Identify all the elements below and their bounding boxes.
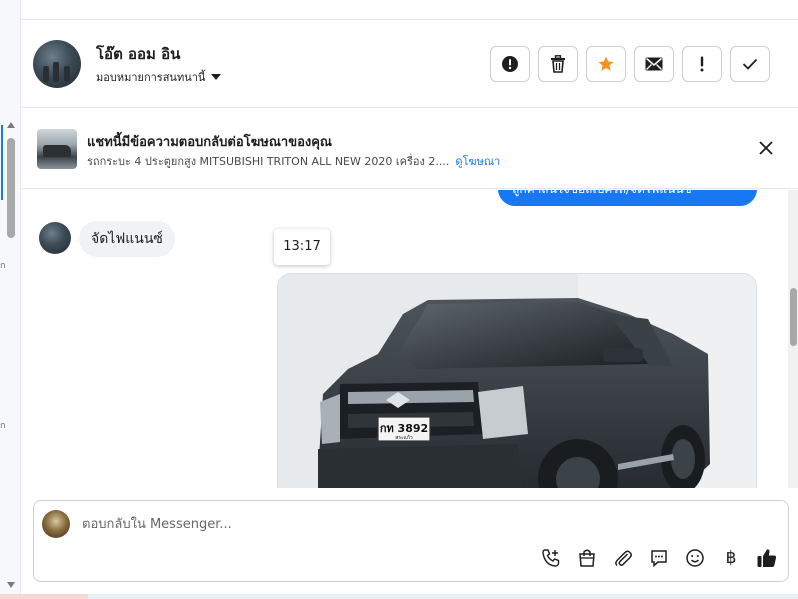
paperclip-icon bbox=[615, 550, 632, 567]
star-icon bbox=[598, 56, 614, 71]
bottom-accent-strip bbox=[0, 594, 88, 599]
chat-header: โอ๊ต ออม อิน มอบหมายการสนทนานี้ bbox=[22, 20, 798, 108]
contact-avatar[interactable] bbox=[33, 40, 81, 88]
saved-reply-icon bbox=[651, 550, 667, 568]
assign-label: มอบหมายการสนทนานี้ bbox=[96, 71, 206, 84]
shop-button[interactable] bbox=[576, 547, 598, 569]
ad-description: รถกระบะ 4 ประตูยกสูง MITSUBISHI TRITON A… bbox=[87, 155, 450, 168]
ad-thumbnail[interactable] bbox=[37, 129, 77, 169]
view-ad-link[interactable]: ดูโฆษณา bbox=[455, 155, 500, 168]
pickup-truck-image: กท 3892 สระแก้ว bbox=[278, 274, 756, 488]
like-button[interactable] bbox=[756, 547, 778, 569]
saved-reply-button[interactable] bbox=[648, 547, 670, 569]
close-icon bbox=[759, 141, 773, 155]
close-banner-button[interactable] bbox=[757, 139, 775, 157]
thumbs-up-icon bbox=[757, 549, 777, 567]
report-button[interactable] bbox=[490, 46, 530, 82]
emoji-button[interactable] bbox=[684, 547, 706, 569]
license-plate-province: สระแก้ว bbox=[395, 434, 413, 441]
composer-tools: ฿ bbox=[540, 547, 778, 569]
left-active-indicator bbox=[1, 125, 3, 200]
ad-banner-subtitle: รถกระบะ 4 ประตูยกสูง MITSUBISHI TRITON A… bbox=[87, 152, 500, 170]
contact-name[interactable]: โอ๊ต ออม อิน bbox=[96, 42, 180, 66]
mark-unread-button[interactable] bbox=[634, 46, 674, 82]
shopping-bag-icon bbox=[579, 549, 595, 567]
follow-up-button[interactable] bbox=[682, 46, 722, 82]
reply-composer: ฿ bbox=[33, 500, 789, 582]
star-button[interactable] bbox=[586, 46, 626, 82]
page-avatar bbox=[42, 510, 70, 538]
exclamation-icon bbox=[700, 56, 704, 72]
envelope-icon bbox=[645, 57, 663, 71]
emoji-icon bbox=[686, 549, 704, 567]
left-scroll-up-arrow[interactable] bbox=[7, 122, 15, 128]
report-icon bbox=[502, 56, 518, 72]
caret-down-icon bbox=[211, 74, 222, 80]
check-icon bbox=[742, 58, 758, 70]
left-clipped-text: ก bbox=[0, 421, 6, 431]
ad-reply-banner: แชทนี้มีข้อความตอบกลับต่อโฆษณาของคุณ รถก… bbox=[22, 109, 798, 189]
header-actions bbox=[490, 46, 770, 82]
left-rail: ก ก bbox=[0, 0, 21, 599]
thread-scrollbar-thumb[interactable] bbox=[790, 288, 797, 346]
timestamp-tooltip: 13:17 bbox=[274, 229, 330, 265]
message-thread[interactable]: ลูกค้าสนใจขอสเปครถ/จัดไฟแนนซ์ จัดไฟแนนซ์… bbox=[22, 190, 788, 488]
trash-icon bbox=[551, 55, 565, 73]
thread-scrollbar[interactable] bbox=[788, 190, 798, 488]
reply-input[interactable] bbox=[82, 514, 682, 534]
assign-conversation-dropdown[interactable]: มอบหมายการสนทนานี้ bbox=[96, 68, 222, 86]
baht-icon: ฿ bbox=[725, 548, 737, 568]
incoming-message-bubble[interactable]: จัดไฟแนนซ์ bbox=[79, 221, 175, 257]
mark-done-button[interactable] bbox=[730, 46, 770, 82]
delete-button[interactable] bbox=[538, 46, 578, 82]
bottom-strip bbox=[0, 594, 798, 599]
left-clipped-text: ก bbox=[0, 261, 6, 271]
license-plate-text: กท 3892 bbox=[380, 422, 428, 435]
call-icon bbox=[542, 549, 560, 567]
payment-button[interactable]: ฿ bbox=[720, 547, 742, 569]
sender-avatar[interactable] bbox=[39, 222, 71, 254]
call-button[interactable] bbox=[540, 547, 562, 569]
attach-button[interactable] bbox=[612, 547, 634, 569]
message-photo[interactable]: กท 3892 สระแก้ว bbox=[277, 273, 757, 488]
ad-banner-title: แชทนี้มีข้อความตอบกลับต่อโฆษณาของคุณ bbox=[87, 135, 332, 150]
left-scroll-down-arrow[interactable] bbox=[7, 582, 15, 588]
outgoing-message-bubble[interactable]: ลูกค้าสนใจขอสเปครถ/จัดไฟแนนซ์ bbox=[498, 190, 757, 206]
left-scrollbar-thumb[interactable] bbox=[7, 138, 15, 238]
